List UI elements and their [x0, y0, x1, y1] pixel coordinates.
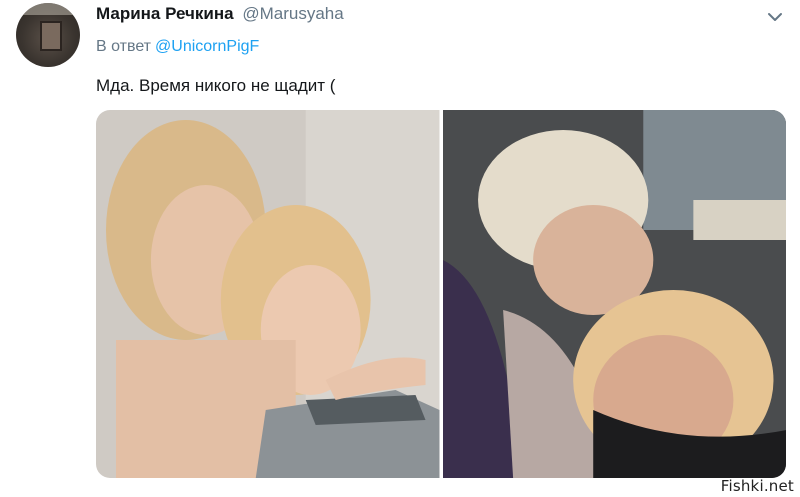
avatar-background — [16, 3, 80, 15]
reply-prefix: В ответ — [96, 38, 152, 55]
tweet-header: Марина Речкина @Marusyaha — [96, 4, 344, 24]
reply-to-link[interactable]: @UnicornPigF — [155, 38, 259, 55]
user-handle[interactable]: @Marusyaha — [242, 4, 343, 23]
reply-context: В ответ @UnicornPigF — [96, 38, 259, 56]
left-photo[interactable] — [96, 110, 440, 478]
display-name[interactable]: Марина Речкина — [96, 4, 234, 23]
tweet-text: Мда. Время никого не щадит ( — [96, 76, 336, 95]
chevron-down-icon[interactable] — [764, 8, 786, 26]
avatar-figure — [40, 21, 62, 51]
tweet-media[interactable] — [96, 110, 786, 478]
right-photo[interactable] — [442, 110, 786, 478]
watermark: Fishki.net — [720, 477, 794, 495]
avatar[interactable] — [16, 3, 80, 67]
